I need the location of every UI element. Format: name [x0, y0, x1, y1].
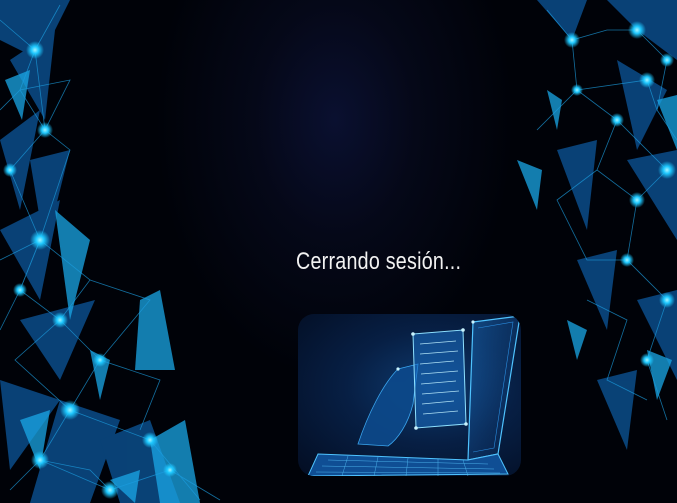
logout-screen: Cerrando sesión... — [0, 0, 677, 503]
laptop-document-illustration — [298, 314, 521, 476]
laptop-document-icon — [307, 314, 521, 476]
network-decoration-left — [0, 0, 221, 503]
logout-status-text: Cerrando sesión... — [296, 248, 462, 275]
network-decoration-right — [517, 0, 677, 450]
